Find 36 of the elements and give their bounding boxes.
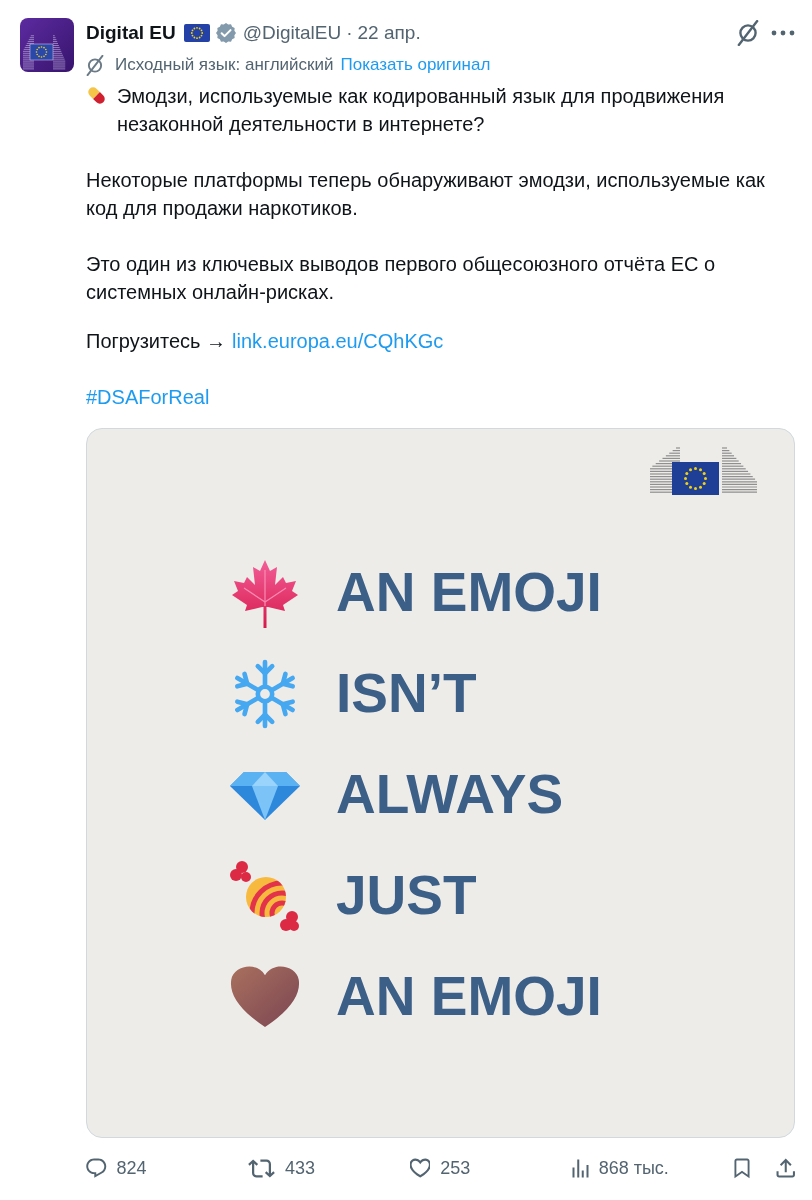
diamond-icon [230,769,300,820]
more-icon[interactable] [771,30,795,36]
pill-icon [86,85,107,106]
speech-bubble-icon [86,1158,107,1179]
slashed-circle-icon[interactable] [737,20,759,46]
share-button[interactable] [775,1158,795,1178]
repost-button[interactable]: 433 [247,1158,315,1179]
author-name[interactable]: Digital EU [86,22,176,44]
image-text: AN EMOJI [336,562,602,623]
post-text: Погрузитесь → [86,330,227,352]
author-handle[interactable]: @DigitalEU [242,22,342,44]
share-icon [775,1158,795,1178]
translation-note: Исходный язык: английский [115,55,334,75]
slashed-circle-icon [86,54,104,76]
reply-button[interactable]: 824 [86,1157,147,1179]
heart-outline-icon [409,1158,431,1179]
like-button[interactable]: 253 [409,1157,471,1179]
repost-arrows-icon [247,1159,275,1178]
candy-icon [230,859,300,932]
separator-dot: · [346,22,353,44]
post-text: Некоторые платформы теперь обнаруживают эмодзи, используемые как код для продажи наркотиков. [86,169,765,219]
post-text: Эмодзи, используемые как кодированный язык для продвижения незаконной деятельности в интернете? [117,84,726,137]
image-text: ISN’T [336,663,477,724]
views-button[interactable]: 868 тыс. [571,1158,669,1179]
image-text: ALWAYS [336,764,564,825]
avatar-icon[interactable] [20,18,74,72]
bar-chart-icon [571,1159,589,1178]
flag-icon [183,24,210,42]
post-text: Это один из ключевых выводов первого общесоюзного отчёта ЕС о системных онлайн-рисках. [86,253,716,303]
image-text: AN EMOJI [336,966,602,1027]
bookmark-button[interactable] [733,1157,750,1179]
post-date[interactable]: 22 апр. [357,22,421,44]
heart-icon [230,965,300,1028]
post-image[interactable]: AN EMOJI ISN’T ALWAYS JUST AN EMOJI [86,428,795,1138]
image-text: JUST [336,865,477,926]
bookmark-icon [733,1157,750,1179]
